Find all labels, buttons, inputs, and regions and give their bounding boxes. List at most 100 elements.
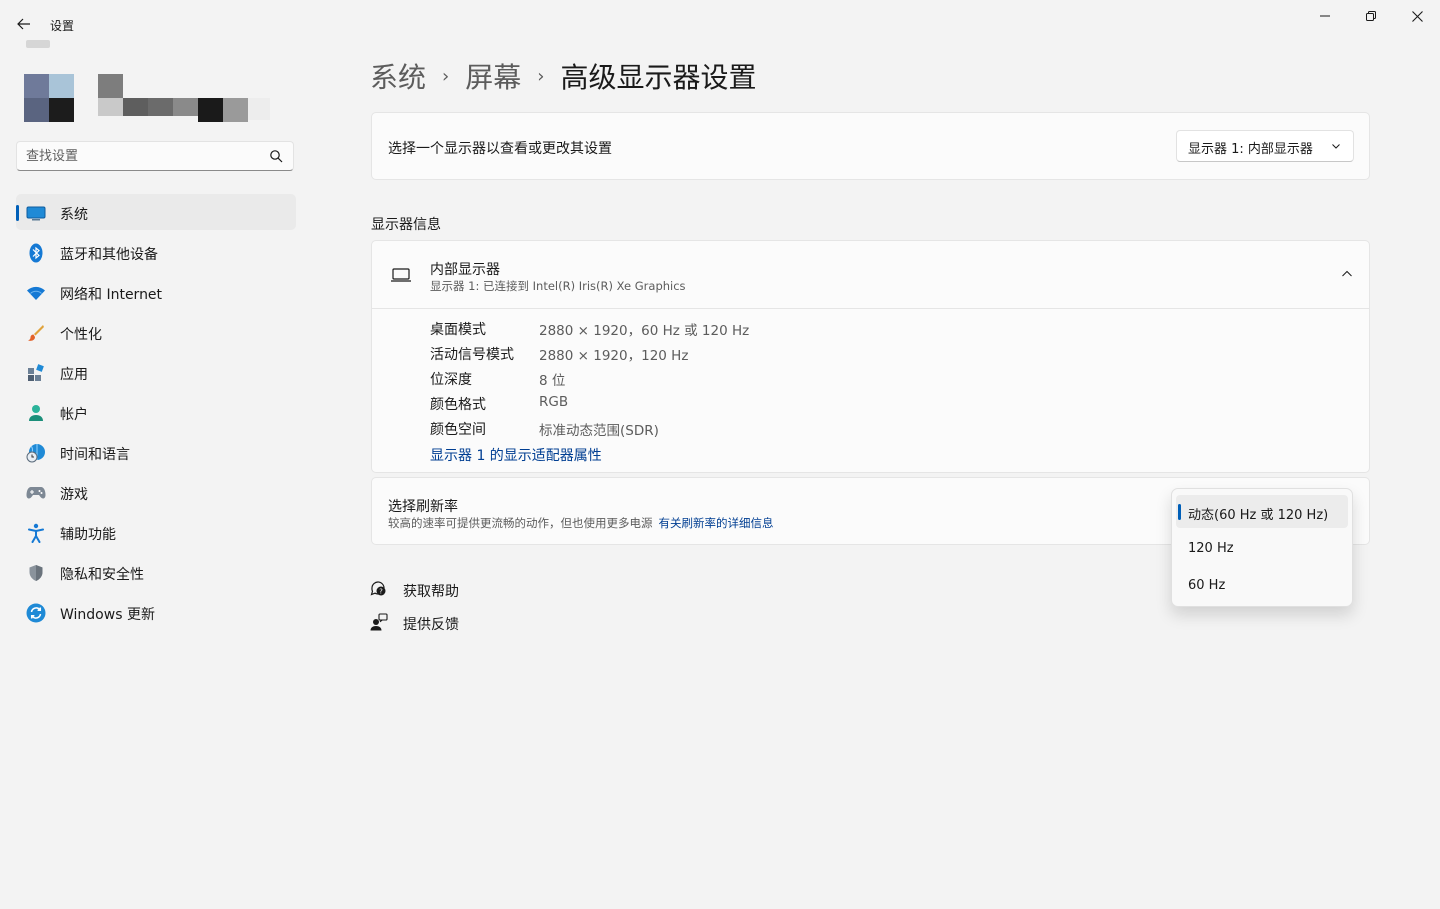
info-row: 颜色空间 标准动态范围(SDR) bbox=[430, 419, 1030, 444]
refresh-rate-description-text: 较高的速率可提供更流畅的动作，但也使用更多电源 bbox=[388, 516, 653, 530]
restore-button[interactable] bbox=[1349, 2, 1393, 30]
sidebar-item-apps[interactable]: 应用 bbox=[16, 354, 296, 390]
account-icon bbox=[26, 403, 46, 423]
sidebar-item-label: 应用 bbox=[60, 367, 88, 383]
bluetooth-icon bbox=[26, 243, 46, 263]
display-info-header[interactable]: 内部显示器 显示器 1: 已连接到 Intel(R) Iris(R) Xe Gr… bbox=[372, 241, 1369, 309]
get-help-link[interactable]: ? 获取帮助 bbox=[370, 577, 570, 610]
sidebar-item-label: 网络和 Internet bbox=[60, 287, 163, 303]
sidebar-item-label: 游戏 bbox=[60, 487, 88, 503]
search-icon bbox=[270, 150, 283, 163]
feedback-icon bbox=[370, 613, 388, 631]
sidebar-item-gaming[interactable]: 游戏 bbox=[16, 474, 296, 510]
restore-icon bbox=[1366, 11, 1376, 21]
breadcrumb-system[interactable]: 系统 bbox=[370, 56, 426, 96]
info-value: 标准动态范围(SDR) bbox=[539, 423, 659, 439]
info-value: 8 位 bbox=[539, 373, 566, 389]
refresh-rate-option-dynamic[interactable]: 动态(60 Hz 或 120 Hz) bbox=[1176, 495, 1348, 528]
info-row: 颜色格式 RGB bbox=[430, 394, 1030, 419]
refresh-rate-description: 较高的速率可提供更流畅的动作，但也使用更多电源 有关刷新率的详细信息 bbox=[388, 515, 774, 531]
search-input[interactable] bbox=[26, 142, 266, 170]
help-links: ? 获取帮助 提供反馈 bbox=[370, 577, 570, 643]
time-language-icon bbox=[26, 443, 46, 463]
display-info-rows: 桌面模式 2880 × 1920，60 Hz 或 120 Hz 活动信号模式 2… bbox=[430, 319, 1030, 444]
display-name: 内部显示器 bbox=[430, 262, 500, 278]
app-title: 设置 bbox=[50, 19, 75, 33]
minimize-icon bbox=[1320, 15, 1330, 17]
chevron-up-icon[interactable] bbox=[1341, 269, 1353, 279]
sidebar-item-label: 个性化 bbox=[60, 327, 102, 343]
system-display-icon bbox=[26, 203, 46, 223]
sidebar-item-network[interactable]: 网络和 Internet bbox=[16, 274, 296, 310]
wifi-icon bbox=[26, 283, 46, 303]
display-info-card: 内部显示器 显示器 1: 已连接到 Intel(R) Iris(R) Xe Gr… bbox=[371, 240, 1370, 473]
section-title-display-info: 显示器信息 bbox=[371, 217, 441, 233]
info-key: 活动信号模式 bbox=[430, 347, 514, 363]
display-select-card: 选择一个显示器以查看或更改其设置 显示器 1: 内部显示器 bbox=[371, 112, 1370, 180]
paintbrush-icon bbox=[26, 323, 46, 343]
sidebar-item-label: 帐户 bbox=[60, 407, 88, 423]
breadcrumb-separator: › bbox=[442, 65, 450, 87]
sidebar-item-privacy[interactable]: 隐私和安全性 bbox=[16, 554, 296, 590]
search-box[interactable] bbox=[16, 141, 294, 171]
give-feedback-label: 提供反馈 bbox=[403, 617, 459, 633]
breadcrumb-display[interactable]: 屏幕 bbox=[465, 56, 521, 96]
windows-update-icon bbox=[26, 603, 46, 623]
profile-name-blurred bbox=[98, 74, 274, 124]
sidebar-item-accessibility[interactable]: 辅助功能 bbox=[16, 514, 296, 550]
sidebar-item-label: 隐私和安全性 bbox=[60, 567, 144, 583]
sidebar-item-accounts[interactable]: 帐户 bbox=[16, 394, 296, 430]
info-key: 颜色格式 bbox=[430, 397, 486, 413]
sidebar-item-system[interactable]: 系统 bbox=[16, 194, 296, 230]
breadcrumb-separator: › bbox=[537, 65, 545, 87]
user-profile[interactable] bbox=[24, 40, 274, 126]
info-key: 位深度 bbox=[430, 372, 472, 388]
info-row: 桌面模式 2880 × 1920，60 Hz 或 120 Hz bbox=[430, 319, 1030, 344]
info-key: 颜色空间 bbox=[430, 422, 486, 438]
sidebar-item-label: 时间和语言 bbox=[60, 447, 130, 463]
give-feedback-link[interactable]: 提供反馈 bbox=[370, 610, 570, 643]
back-arrow-icon bbox=[17, 18, 30, 30]
display-subtitle: 显示器 1: 已连接到 Intel(R) Iris(R) Xe Graphics bbox=[430, 279, 686, 293]
back-button[interactable] bbox=[10, 12, 38, 36]
refresh-rate-title: 选择刷新率 bbox=[388, 499, 458, 515]
option-label: 120 Hz bbox=[1188, 541, 1234, 556]
get-help-label: 获取帮助 bbox=[403, 584, 459, 600]
sidebar-item-label: 系统 bbox=[60, 207, 88, 223]
refresh-rate-info-link[interactable]: 有关刷新率的详细信息 bbox=[659, 516, 774, 530]
sidebar-item-windows-update[interactable]: Windows 更新 bbox=[16, 594, 296, 630]
sidebar-nav: 系统 蓝牙和其他设备 网络和 Internet 个性化 应用 帐户 时间和语言 … bbox=[16, 194, 296, 634]
sidebar-item-label: Windows 更新 bbox=[60, 607, 155, 623]
sidebar-item-bluetooth[interactable]: 蓝牙和其他设备 bbox=[16, 234, 296, 270]
title-bar: 设置 bbox=[0, 0, 1440, 44]
apps-icon bbox=[26, 363, 46, 383]
info-value: 2880 × 1920，60 Hz 或 120 Hz bbox=[539, 323, 750, 339]
minimize-button[interactable] bbox=[1303, 2, 1347, 30]
display-select-value: 显示器 1: 内部显示器 bbox=[1188, 142, 1313, 157]
sidebar-item-time-language[interactable]: 时间和语言 bbox=[16, 434, 296, 470]
info-row: 活动信号模式 2880 × 1920，120 Hz bbox=[430, 344, 1030, 369]
sidebar-item-label: 辅助功能 bbox=[60, 527, 116, 543]
avatar bbox=[24, 74, 74, 122]
info-value: RGB bbox=[539, 394, 569, 410]
close-icon bbox=[1411, 10, 1423, 22]
display-select-dropdown[interactable]: 显示器 1: 内部显示器 bbox=[1176, 130, 1354, 162]
close-button[interactable] bbox=[1395, 2, 1439, 30]
accessibility-icon bbox=[26, 523, 46, 543]
sidebar-item-personalization[interactable]: 个性化 bbox=[16, 314, 296, 350]
svg-text:?: ? bbox=[379, 588, 383, 596]
chevron-down-icon bbox=[1332, 144, 1340, 149]
help-icon: ? bbox=[370, 581, 386, 596]
refresh-rate-option-120[interactable]: 120 Hz bbox=[1176, 532, 1348, 565]
display-select-label: 选择一个显示器以查看或更改其设置 bbox=[388, 141, 612, 157]
refresh-rate-dropdown-list: 动态(60 Hz 或 120 Hz) 120 Hz 60 Hz bbox=[1171, 488, 1353, 607]
sidebar-item-label: 蓝牙和其他设备 bbox=[60, 247, 158, 263]
breadcrumb: 系统 › 屏幕 › 高级显示器设置 bbox=[370, 56, 756, 96]
option-label: 60 Hz bbox=[1188, 578, 1226, 593]
info-row: 位深度 8 位 bbox=[430, 369, 1030, 394]
gamepad-icon bbox=[26, 483, 46, 503]
option-label: 动态(60 Hz 或 120 Hz) bbox=[1188, 508, 1329, 523]
refresh-rate-option-60[interactable]: 60 Hz bbox=[1176, 569, 1348, 602]
shield-icon bbox=[26, 563, 46, 583]
display-adapter-properties-link[interactable]: 显示器 1 的显示适配器属性 bbox=[430, 445, 602, 465]
